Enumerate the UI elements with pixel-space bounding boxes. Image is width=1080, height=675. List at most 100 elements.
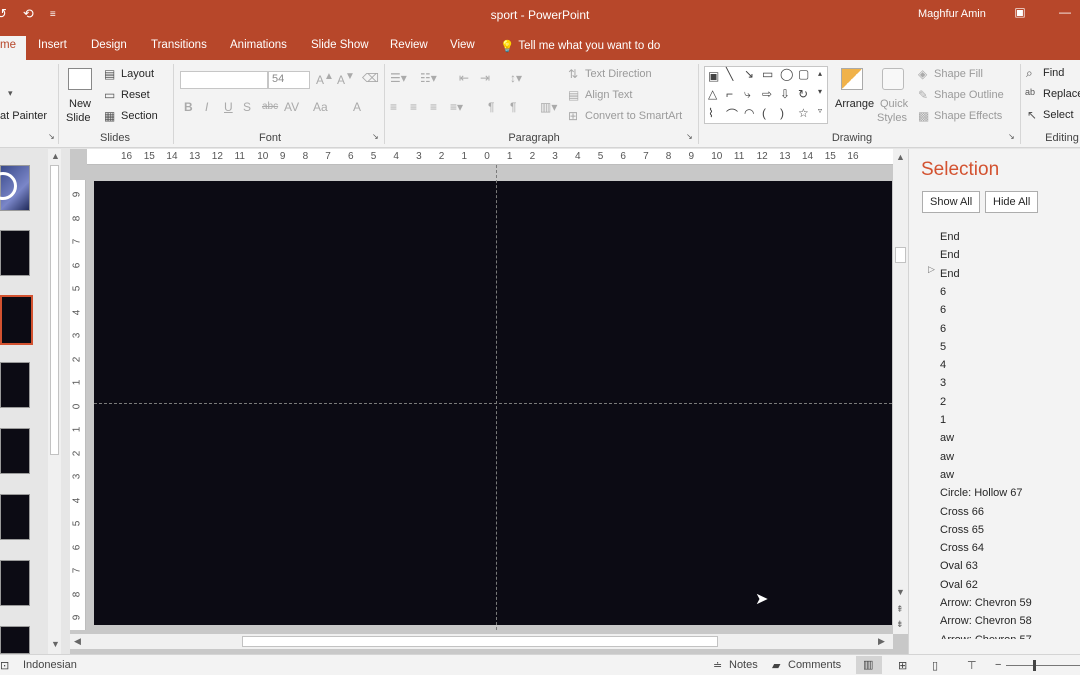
vertical-scroll-thumb[interactable] [895, 247, 906, 263]
slideshow-view-icon[interactable]: ⊤ [967, 659, 977, 672]
scroll-up-icon[interactable]: ▲ [51, 151, 60, 161]
selection-list-item[interactable]: 1 [940, 414, 946, 426]
increase-indent-icon[interactable]: ⇥ [480, 71, 490, 85]
right-brace-shape-icon[interactable]: ) [780, 106, 784, 120]
layout-button[interactable]: Layout [121, 68, 154, 80]
elbow-shape-icon[interactable]: ⌐ [726, 87, 733, 101]
selection-list-item[interactable]: Oval 63 [940, 560, 978, 572]
change-case-button[interactable]: Aa [313, 100, 328, 114]
strikethrough-button[interactable]: abc [262, 101, 278, 112]
rectangle-shape-icon[interactable]: ▭ [762, 67, 773, 81]
thumbnails-scroll-thumb[interactable] [50, 165, 59, 455]
find-button[interactable]: Find [1043, 67, 1064, 79]
dialog-launcher-icon[interactable]: ↘ [686, 132, 693, 141]
elbow-arrow-shape-icon[interactable]: ⤷ [744, 87, 751, 102]
scroll-left-icon[interactable]: ◀ [74, 636, 81, 647]
font-size-combo[interactable]: 54 [268, 71, 310, 89]
grow-font-icon[interactable]: A▲ [316, 71, 334, 87]
tab-design[interactable]: Design [91, 39, 127, 51]
horizontal-guide[interactable] [94, 403, 892, 404]
tab-animations[interactable]: Animations [230, 39, 287, 51]
horizontal-scroll-thumb[interactable] [242, 636, 718, 647]
selection-list-item[interactable]: 5 [940, 341, 946, 353]
rtl-icon[interactable]: ¶ [510, 100, 516, 114]
tell-me-box[interactable]: 💡 Tell me what you want to do [500, 39, 660, 53]
selection-list-item[interactable]: End [940, 249, 960, 261]
font-name-combo[interactable] [180, 71, 268, 89]
ribbon-display-icon[interactable]: ▣ [1010, 5, 1030, 23]
text-direction-button[interactable]: Text Direction [585, 68, 652, 80]
show-all-button[interactable]: Show All [922, 191, 981, 213]
selection-list-item[interactable]: aw [940, 432, 954, 444]
notes-button[interactable]: Notes [729, 659, 758, 671]
selection-list-item[interactable]: 3 [940, 377, 946, 389]
textbox-shape-icon[interactable]: ▣ [708, 69, 719, 83]
selection-list-item[interactable]: Cross 64 [940, 542, 984, 554]
selection-list-item[interactable]: aw [940, 469, 954, 481]
shrink-font-icon[interactable]: A▼ [337, 71, 355, 87]
next-slide-icon[interactable]: ⇟ [896, 619, 904, 630]
arrange-button[interactable]: Arrange [833, 64, 875, 128]
vertical-ruler[interactable]: 9 8 7 6 5 4 3 2 1 0 1 2 3 4 5 6 7 8 9 [70, 180, 86, 630]
selection-list-item[interactable]: Cross 65 [940, 524, 984, 536]
bullets-icon[interactable]: ☰▾ [390, 71, 407, 85]
tab-view[interactable]: View [450, 39, 475, 51]
previous-slide-icon[interactable]: ⇞ [896, 604, 904, 615]
selection-list-item[interactable]: 6 [940, 286, 946, 298]
dialog-launcher-icon[interactable]: ↘ [372, 132, 379, 141]
slide-thumbnail[interactable] [0, 362, 30, 408]
right-arrow-shape-icon[interactable]: ⇨ [762, 87, 772, 101]
zoom-slider[interactable] [1006, 665, 1080, 666]
selection-list-item[interactable]: Arrow: Chevron 59 [940, 597, 1032, 609]
selection-list-item[interactable]: 6 [940, 304, 946, 316]
rounded-rect-shape-icon[interactable]: ▢ [798, 67, 809, 81]
tab-insert[interactable]: Insert [38, 39, 67, 51]
slide-sorter-icon[interactable]: ⊞ [898, 659, 907, 672]
new-slide-button[interactable]: New Slide [64, 64, 98, 128]
tab-home[interactable]: me [0, 36, 26, 60]
gallery-down-icon[interactable]: ▾ [818, 87, 822, 96]
quick-styles-button[interactable]: Quick Styles [876, 64, 914, 128]
scroll-down-icon[interactable]: ▼ [51, 639, 60, 649]
align-left-icon[interactable]: ≡ [390, 100, 397, 114]
language-status[interactable]: Indonesian [23, 659, 77, 671]
align-right-icon[interactable]: ≡ [430, 100, 437, 114]
scroll-right-icon[interactable]: ▶ [878, 636, 885, 647]
line-spacing-icon[interactable]: ↕▾ [510, 71, 522, 85]
align-text-button[interactable]: Align Text [585, 89, 633, 101]
gallery-more-icon[interactable]: ▿ [818, 106, 822, 115]
shapes-gallery[interactable]: ▣ ╲ ↘ ▭ ◯ ▢ △ ⌐ ⤷ ⇨ ⇩ ↻ ⌇ ⌒ ◠ ( ) ☆ ▴ ▾ … [704, 66, 828, 124]
dialog-launcher-icon[interactable]: ↘ [1008, 132, 1015, 141]
format-painter-button[interactable]: at Painter [0, 110, 47, 122]
convert-smartart-button[interactable]: Convert to SmartArt [585, 110, 682, 122]
selection-list-item[interactable]: 4 [940, 359, 946, 371]
selection-list-item[interactable]: 6 [940, 323, 946, 335]
freeform-shape-icon[interactable]: ⌇ [708, 106, 714, 120]
selection-list-item[interactable]: Oval 62 [940, 579, 978, 591]
tab-transitions[interactable]: Transitions [151, 39, 207, 51]
replace-button[interactable]: Replace [1043, 88, 1080, 100]
star-shape-icon[interactable]: ☆ [798, 106, 809, 120]
normal-view-icon[interactable]: ▥ [856, 656, 882, 674]
align-center-icon[interactable]: ≡ [410, 100, 417, 114]
shape-effects-button[interactable]: Shape Effects [934, 110, 1002, 122]
vertical-guide[interactable] [496, 165, 497, 630]
shape-fill-button[interactable]: Shape Fill [934, 68, 983, 80]
shape-outline-button[interactable]: Shape Outline [934, 89, 1004, 101]
selection-list-item[interactable]: End [940, 231, 960, 243]
bold-button[interactable]: B [184, 100, 193, 114]
horizontal-ruler[interactable]: 16 15 14 13 12 11 10 9 8 7 6 5 4 3 2 1 0 1 2 3 4 5 6 7 8 9 10 11 12 1… [87, 149, 895, 165]
scroll-down-icon[interactable]: ▼ [896, 587, 905, 597]
left-brace-shape-icon[interactable]: ( [762, 106, 766, 120]
arrow-line-shape-icon[interactable]: ↘ [744, 67, 754, 81]
slide-thumbnail-selected[interactable] [0, 295, 33, 345]
arc-shape-icon[interactable]: ◠ [744, 106, 754, 120]
reset-button[interactable]: Reset [121, 89, 150, 101]
slide-thumbnail[interactable] [0, 428, 30, 474]
tab-review[interactable]: Review [390, 39, 428, 51]
selection-list-item[interactable]: Circle: Hollow 67 [940, 487, 1023, 499]
selection-list-item[interactable]: 2 [940, 396, 946, 408]
dialog-launcher-icon[interactable]: ↘ [48, 132, 55, 141]
slide-thumbnail[interactable] [0, 230, 30, 276]
user-name[interactable]: Maghfur Amin [918, 8, 986, 20]
